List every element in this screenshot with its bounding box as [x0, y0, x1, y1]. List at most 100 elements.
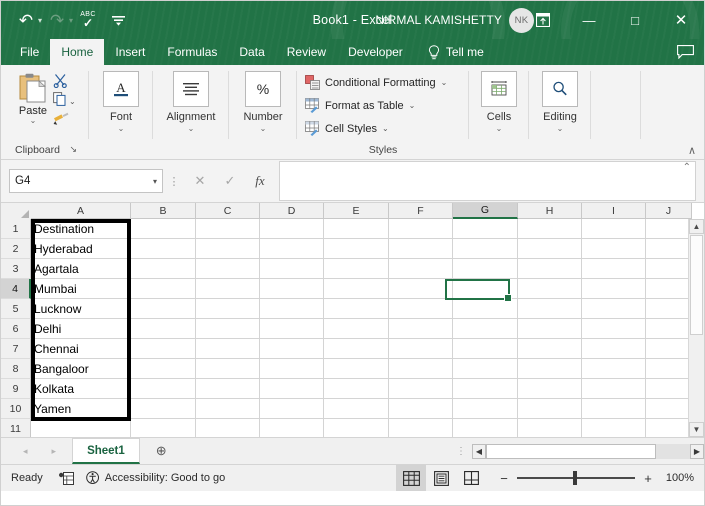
cell-E11[interactable]: [324, 419, 389, 437]
cell-B8[interactable]: [131, 359, 196, 379]
cell-F10[interactable]: [389, 399, 453, 419]
cell-A2[interactable]: Hyderabad: [31, 239, 131, 259]
row-header-2[interactable]: 2: [1, 239, 31, 259]
cell-D6[interactable]: [260, 319, 324, 339]
cell-E3[interactable]: [324, 259, 389, 279]
tab-insert[interactable]: Insert: [104, 39, 156, 65]
cell-G5[interactable]: [453, 299, 518, 319]
cell-D8[interactable]: [260, 359, 324, 379]
cell-F5[interactable]: [389, 299, 453, 319]
cell-J5[interactable]: [646, 299, 692, 319]
cell-D1[interactable]: [260, 219, 324, 239]
vertical-scroll-thumb[interactable]: [690, 235, 703, 335]
cell-C6[interactable]: [196, 319, 260, 339]
cell-F6[interactable]: [389, 319, 453, 339]
cell-I5[interactable]: [582, 299, 646, 319]
column-header-e[interactable]: E: [324, 203, 389, 219]
cell-B3[interactable]: [131, 259, 196, 279]
cell-A11[interactable]: [31, 419, 131, 437]
cell-D4[interactable]: [260, 279, 324, 299]
column-header-a[interactable]: A: [31, 203, 131, 219]
cell-B5[interactable]: [131, 299, 196, 319]
column-header-h[interactable]: H: [518, 203, 582, 219]
column-header-f[interactable]: F: [389, 203, 453, 219]
cell-B6[interactable]: [131, 319, 196, 339]
cell-G2[interactable]: [453, 239, 518, 259]
cell-I7[interactable]: [582, 339, 646, 359]
cell-D11[interactable]: [260, 419, 324, 437]
expand-formula-bar-button[interactable]: ⌃: [683, 162, 691, 173]
cell-J2[interactable]: [646, 239, 692, 259]
cell-E1[interactable]: [324, 219, 389, 239]
ribbon-display-options-button[interactable]: [520, 1, 566, 39]
cell-B7[interactable]: [131, 339, 196, 359]
cell-B2[interactable]: [131, 239, 196, 259]
font-button[interactable]: A Font ⌄: [89, 65, 153, 133]
page-layout-view-button[interactable]: [426, 465, 456, 491]
previous-sheet-button[interactable]: ◂: [23, 446, 28, 457]
close-button[interactable]: ✕: [658, 1, 704, 39]
paste-caret[interactable]: ⌄: [30, 117, 37, 125]
clipboard-dialog-launcher[interactable]: ↘: [69, 144, 77, 155]
column-header-b[interactable]: B: [131, 203, 196, 219]
font-caret[interactable]: ⌄: [118, 124, 125, 133]
horizontal-scroll-thumb[interactable]: [486, 443, 656, 459]
conditional-formatting-button[interactable]: Conditional Formatting ⌄: [305, 73, 447, 92]
cell-C10[interactable]: [196, 399, 260, 419]
tab-formulas[interactable]: Formulas: [156, 39, 228, 65]
cell-J10[interactable]: [646, 399, 692, 419]
cell-E7[interactable]: [324, 339, 389, 359]
column-header-g[interactable]: G: [453, 203, 518, 219]
number-caret[interactable]: ⌄: [260, 124, 267, 133]
zoom-level-label[interactable]: 100%: [654, 472, 704, 484]
name-box[interactable]: G4 ▾: [9, 169, 163, 193]
cell-H7[interactable]: [518, 339, 582, 359]
cell-C5[interactable]: [196, 299, 260, 319]
cell-D5[interactable]: [260, 299, 324, 319]
cell-E5[interactable]: [324, 299, 389, 319]
cell-D3[interactable]: [260, 259, 324, 279]
cell-J3[interactable]: [646, 259, 692, 279]
cell-I11[interactable]: [582, 419, 646, 437]
tab-data[interactable]: Data: [228, 39, 275, 65]
cell-H3[interactable]: [518, 259, 582, 279]
record-macro-button[interactable]: [43, 471, 74, 485]
cell-B10[interactable]: [131, 399, 196, 419]
zoom-out-button[interactable]: −: [498, 471, 510, 486]
cell-styles-button[interactable]: Cell Styles ⌄: [305, 119, 447, 138]
cell-C7[interactable]: [196, 339, 260, 359]
cell-A3[interactable]: Agartala: [31, 259, 131, 279]
row-header-8[interactable]: 8: [1, 359, 31, 379]
cut-button[interactable]: [53, 73, 76, 90]
scrollbar-grip[interactable]: ⋮: [456, 446, 466, 457]
cell-H11[interactable]: [518, 419, 582, 437]
alignment-button[interactable]: Alignment ⌄: [153, 65, 229, 133]
cell-D10[interactable]: [260, 399, 324, 419]
tab-home[interactable]: Home: [50, 39, 105, 65]
scroll-down-button[interactable]: ▼: [689, 422, 704, 437]
tab-file[interactable]: File: [9, 39, 50, 65]
cell-G3[interactable]: [453, 259, 518, 279]
cell-E10[interactable]: [324, 399, 389, 419]
scroll-right-button[interactable]: ▶: [690, 443, 704, 459]
enter-formula-button[interactable]: ✓: [215, 170, 245, 192]
copy-button[interactable]: [53, 91, 67, 111]
cell-G4[interactable]: [453, 279, 518, 299]
cell-H9[interactable]: [518, 379, 582, 399]
cell-D9[interactable]: [260, 379, 324, 399]
cell-I6[interactable]: [582, 319, 646, 339]
horizontal-scrollbar[interactable]: ◀ ▶: [472, 443, 704, 459]
alignment-caret[interactable]: ⌄: [188, 124, 195, 133]
column-header-c[interactable]: C: [196, 203, 260, 219]
zoom-slider[interactable]: [517, 471, 635, 485]
cell-H8[interactable]: [518, 359, 582, 379]
maximize-button[interactable]: □: [612, 1, 658, 39]
cell-F8[interactable]: [389, 359, 453, 379]
format-as-table-button[interactable]: Format as Table ⌄: [305, 96, 447, 115]
tell-me-button[interactable]: Tell me: [414, 39, 494, 65]
cell-F3[interactable]: [389, 259, 453, 279]
scroll-up-button[interactable]: ▲: [689, 219, 704, 234]
cell-B9[interactable]: [131, 379, 196, 399]
cell-I2[interactable]: [582, 239, 646, 259]
page-break-preview-button[interactable]: [456, 465, 486, 491]
